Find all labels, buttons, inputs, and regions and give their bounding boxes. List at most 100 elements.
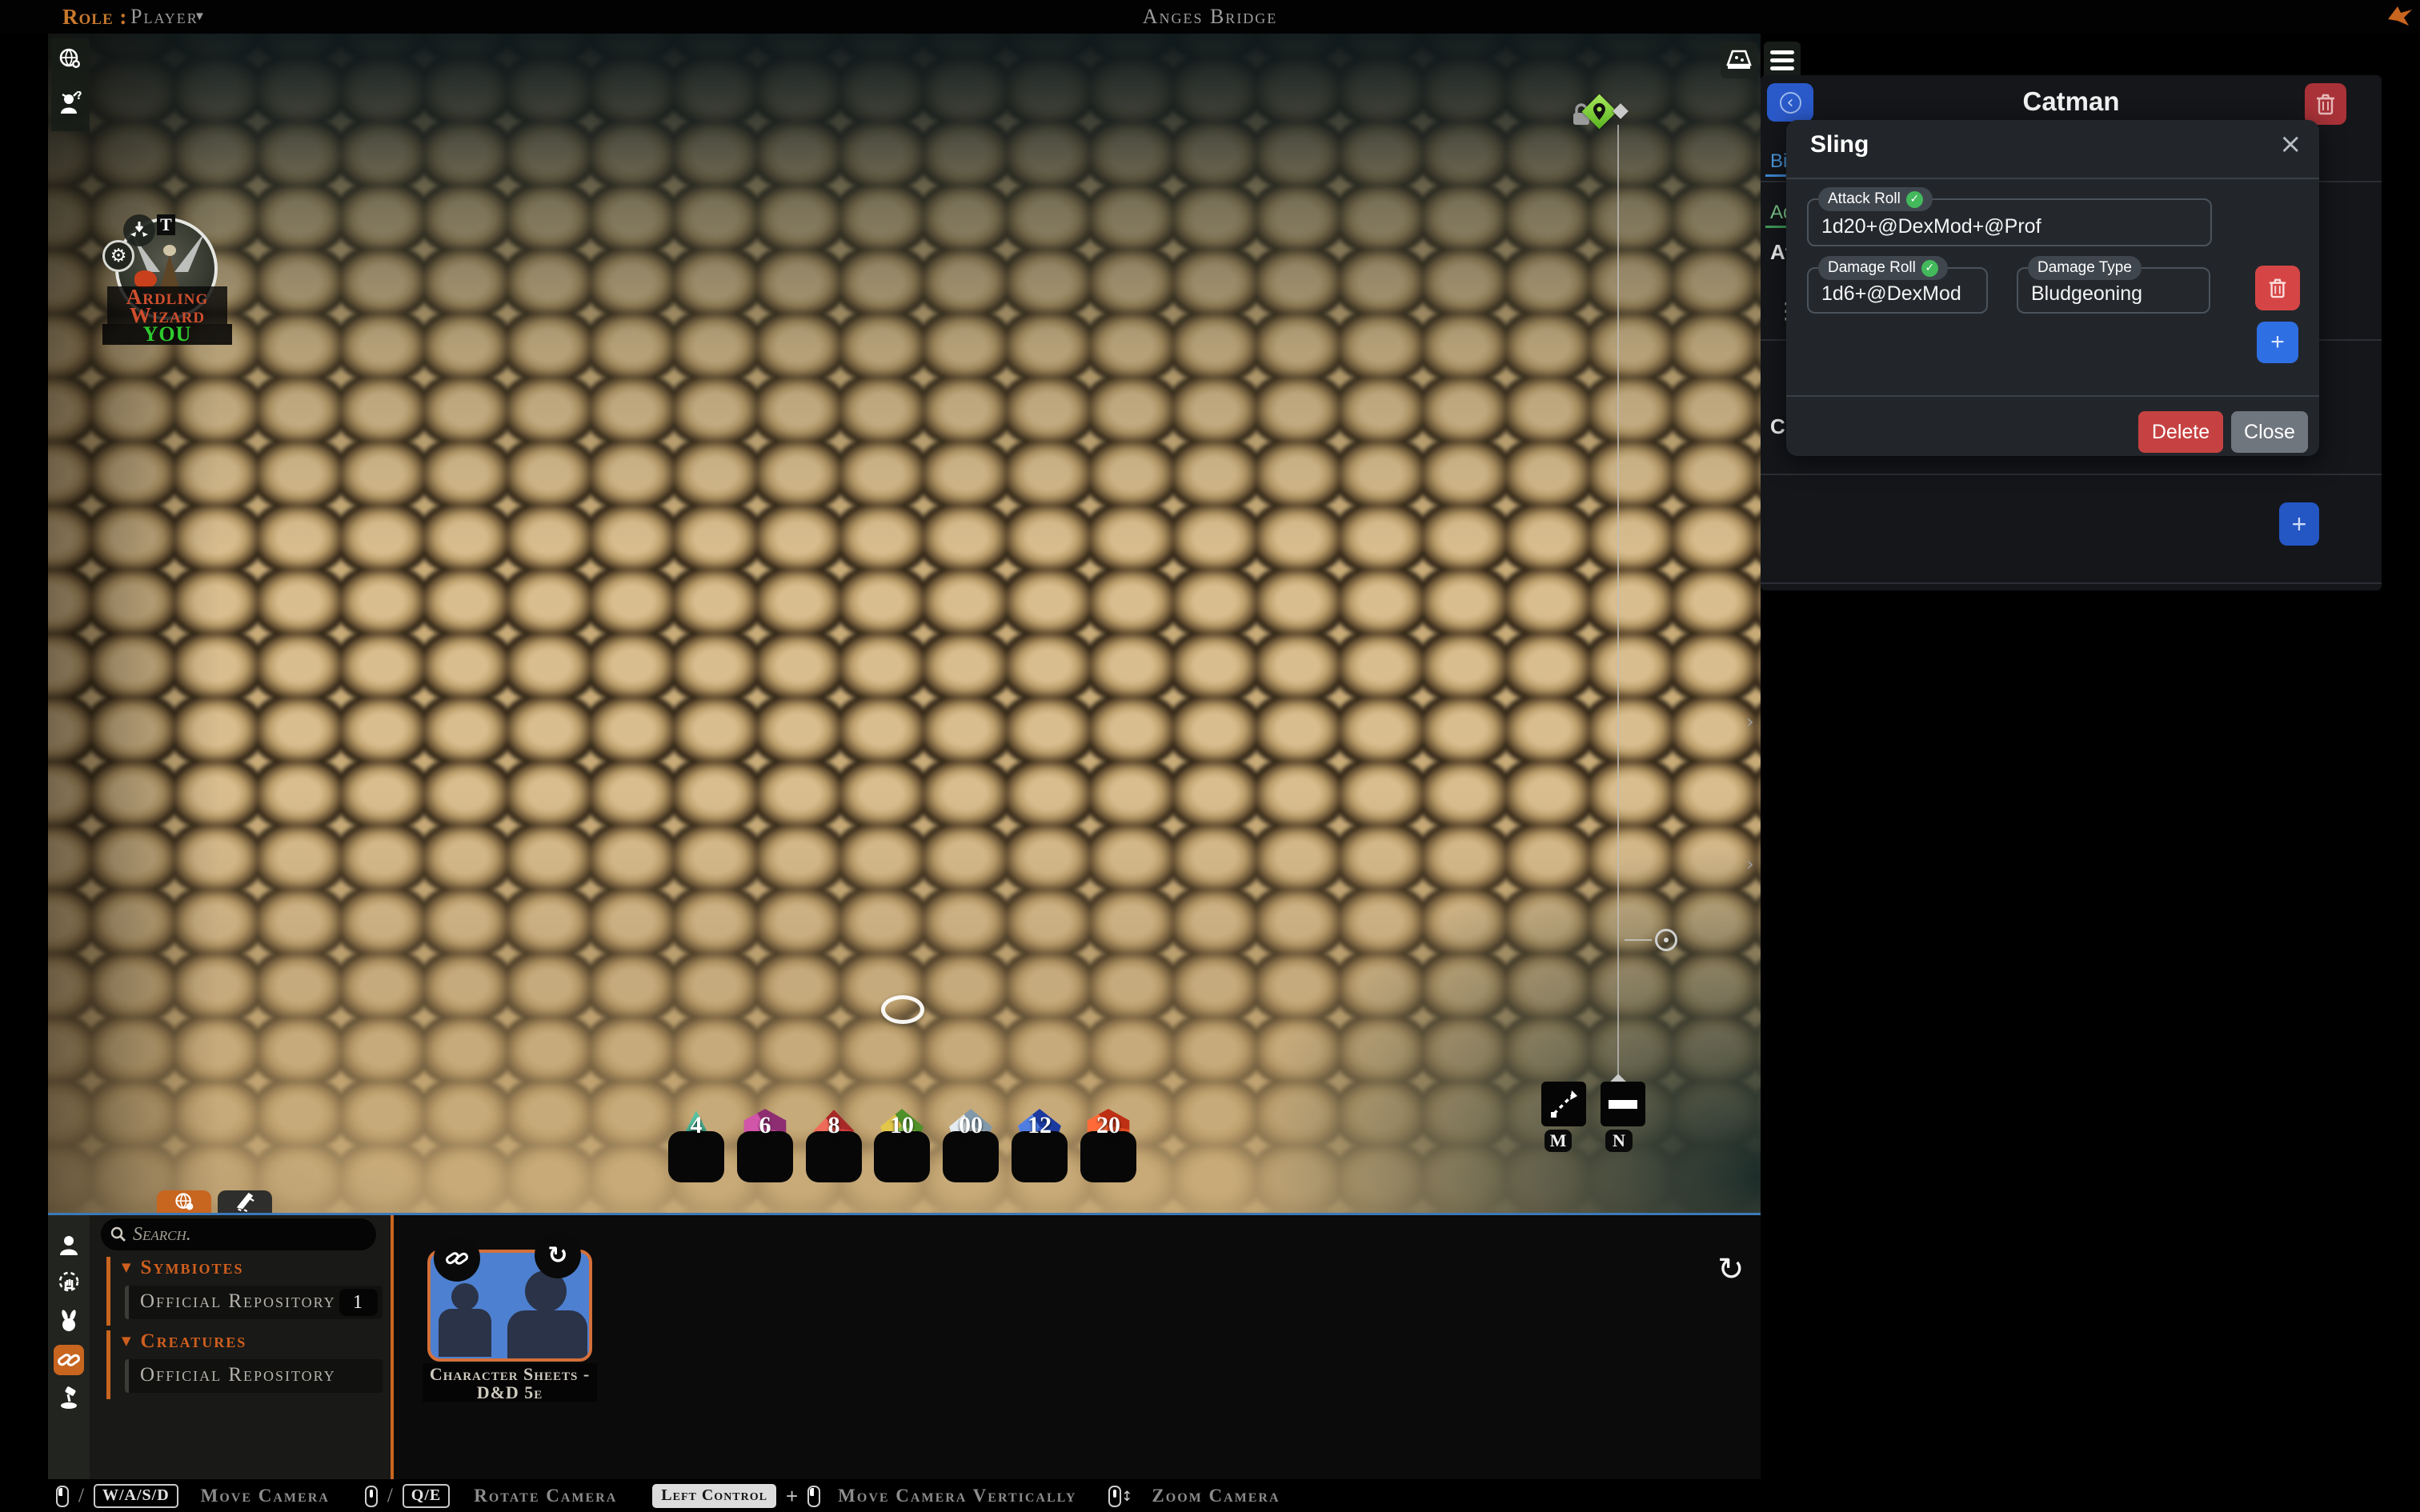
refresh-icon: ↻ [547,1242,567,1270]
token-settings-gear-icon[interactable]: ⚙ [102,240,134,272]
rail-creatures-button[interactable] [54,1306,84,1337]
slash-separator: / [387,1485,393,1507]
dragon-brand-icon [2386,3,2414,27]
panel-expand-chevron[interactable]: › [1746,710,1754,733]
token-move-arrows-icon[interactable] [123,214,155,246]
creature-icon [57,1310,81,1334]
menu-bar-icon [1770,58,1794,62]
move-camera-label: Move Camera [201,1486,330,1506]
flatten-hotkey-badge: N [1605,1130,1633,1152]
top-bar: Role : Player ▼ Anges Bridge [0,0,2420,34]
role-label: Role : [62,5,127,30]
repo-count-badge: 1 [339,1289,378,1316]
damage-roll-field[interactable]: Damage Roll ✓ 1d6+@DexMod [1807,267,1988,314]
panel-separator-line [48,1213,1761,1215]
person-question-icon: ? [58,90,83,115]
mouse-left-button-icon [807,1486,820,1507]
tab-paint[interactable] [218,1190,272,1213]
valid-check-icon: ✓ [1906,191,1923,208]
symbiotes-official-repository-row[interactable]: Official Repository 1 [125,1286,383,1319]
gizmo-connector-line [1625,939,1652,941]
library-side-rail [48,1215,90,1479]
delete-attack-button[interactable]: Delete [2138,411,2223,453]
attack-roll-field[interactable]: Attack Roll ✓ 1d20+@DexMod+@Prof [1807,198,2212,246]
canvas-tool-strip: ? [51,38,90,131]
measure-hotkey-badge: M [1545,1130,1572,1152]
attack-roll-value[interactable]: 1d20+@DexMod+@Prof [1821,215,2041,238]
measure-tool-button[interactable] [1541,1082,1586,1126]
panel-expand-chevron[interactable]: › [1746,853,1754,875]
selection-base-ring [881,995,924,1024]
search-icon [110,1226,126,1242]
gizmo-target-reticle[interactable] [1655,929,1677,951]
svg-text:?: ? [76,90,82,102]
die-d100-label: 00 [943,1112,999,1139]
attack-roll-label: Attack Roll [1828,190,1901,208]
mouse-middle-button-icon [365,1486,378,1507]
dialog-close-icon[interactable]: × [2279,128,2302,160]
move-camera-vertically-label: Move Camera Vertically [838,1486,1076,1506]
section-accent-bar [106,1257,110,1326]
die-d12-label: 12 [1012,1112,1068,1139]
rail-characters-button[interactable] [54,1230,84,1260]
keycap-qe: Q/E [403,1484,450,1508]
die-d8-label: 8 [806,1112,862,1139]
rail-symbiotes-button[interactable] [54,1345,84,1375]
character-delete-button[interactable] [2305,83,2346,125]
dialog-divider [1786,395,2319,397]
ruler-icon [1549,1089,1579,1119]
role-dropdown-caret-icon[interactable]: ▼ [194,10,206,23]
close-dialog-button[interactable]: Close [2231,411,2308,453]
search-bar[interactable] [101,1218,376,1250]
rail-ruins-button[interactable] [54,1383,84,1414]
section-symbiotes-label: Symbiotes [141,1257,244,1278]
repo-label: Official Repository [140,1290,336,1312]
menu-bar-icon [1770,66,1794,70]
brush-icon [234,1191,256,1212]
link-icon [57,1348,81,1372]
valid-check-icon: ✓ [1921,260,1938,277]
damage-type-value[interactable]: Bludgeoning [2031,282,2142,306]
library-refresh-icon[interactable]: ↻ [1717,1251,1745,1288]
flatten-bar-icon [1609,1100,1637,1109]
die-d20-label: 20 [1080,1112,1136,1139]
rotate-camera-label: Rotate Camera [474,1486,617,1506]
damage-type-label-pill: Damage Type [2028,256,2142,280]
npc-help-button[interactable]: ? [56,88,85,117]
section-creatures[interactable]: ▼Creatures [122,1330,246,1353]
rail-select-button[interactable] [54,1268,84,1298]
delete-damage-row-button[interactable] [2255,266,2300,310]
collapse-triangle-icon[interactable]: ▼ [122,1260,133,1274]
card-refresh-button[interactable]: ↻ [535,1232,581,1278]
damage-type-label: Damage Type [2037,259,2132,277]
keycap-left-control: Left Control [652,1484,776,1508]
die-d4-label: 4 [668,1112,724,1139]
damage-type-field[interactable]: Damage Type Bludgeoning [2017,267,2210,314]
token-hotkey-badge: T [157,214,175,235]
link-icon [445,1246,469,1270]
section-symbiotes[interactable]: ▼ Symbiotes [122,1257,243,1279]
add-custom-roll-button[interactable]: + [2279,502,2319,546]
tab-library[interactable] [157,1190,211,1213]
die-d10-label: 10 [874,1112,930,1139]
map-canvas[interactable] [48,34,1761,1213]
dice-tray-toggle-button[interactable] [1721,42,1757,78]
collapse-triangle-icon[interactable]: ▼ [122,1334,133,1348]
damage-roll-value[interactable]: 1d6+@DexMod [1821,282,1961,306]
token-art [174,232,205,272]
plus-separator: + [786,1484,798,1509]
person-icon [57,1233,81,1257]
attack-roll-label-pill: Attack Roll ✓ [1818,187,1933,211]
creatures-official-repository-row[interactable]: Official Repository [125,1359,383,1393]
flatten-tool-button[interactable] [1601,1082,1645,1126]
role-selector[interactable]: Player [130,5,198,29]
add-damage-row-button[interactable]: + [2257,322,2298,363]
slash-separator: / [78,1485,84,1507]
card-link-button[interactable] [434,1235,480,1282]
panel-divider [1761,474,2382,475]
section-accent-bar [106,1330,110,1399]
camera-controls-bar: / W/A/S/D Move Camera / Q/E Rotate Camer… [56,1480,1280,1512]
main-menu-button[interactable] [1764,42,1801,78]
search-input[interactable] [133,1224,349,1246]
world-browser-button[interactable] [56,45,85,74]
